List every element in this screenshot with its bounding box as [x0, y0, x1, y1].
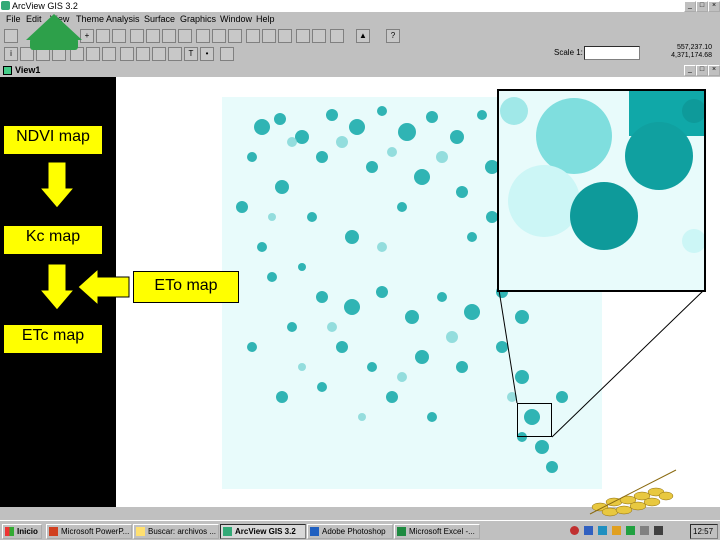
arrow-down-icon — [40, 162, 74, 209]
taskbar-item-arcview[interactable]: ArcView GIS 3.2 — [220, 524, 306, 539]
tray-icon[interactable] — [626, 526, 635, 535]
etc-map-box: ETc map — [3, 324, 103, 354]
tray-icon[interactable] — [598, 526, 607, 535]
task-label: Adobe Photoshop — [322, 527, 386, 536]
system-clock[interactable]: 12:57 — [690, 524, 718, 539]
start-label: Inicio — [17, 527, 38, 536]
zoom-source-rectangle — [517, 403, 552, 437]
photoshop-icon — [310, 527, 319, 536]
arrow-down-icon — [40, 264, 74, 311]
start-button[interactable]: Inicio — [2, 524, 42, 539]
search-icon — [136, 527, 145, 536]
arrow-left-icon — [78, 267, 130, 307]
taskbar-item-powerpoint[interactable]: Microsoft PowerP... — [46, 524, 132, 539]
powerpoint-icon — [49, 527, 58, 536]
clock-time: 12:57 — [693, 527, 714, 536]
kc-map-box: Kc map — [3, 225, 103, 255]
arcview-icon — [223, 527, 232, 536]
task-label: Microsoft PowerP... — [61, 527, 130, 536]
excel-icon — [397, 527, 406, 536]
tray-icon[interactable] — [584, 526, 593, 535]
tray-icon[interactable] — [612, 526, 621, 535]
windows-logo-icon — [5, 527, 14, 536]
tray-icon[interactable] — [640, 526, 649, 535]
taskbar-item-search[interactable]: Buscar: archivos ... — [133, 524, 219, 539]
taskbar-item-excel[interactable]: Microsoft Excel -... — [394, 524, 480, 539]
wheat-icon — [589, 469, 677, 517]
zoomed-crop-circles — [499, 91, 704, 290]
ndvi-map-box: NDVI map — [3, 125, 103, 155]
task-label: Microsoft Excel -... — [409, 527, 475, 536]
eto-map-box: ETo map — [133, 271, 239, 303]
volume-icon[interactable] — [654, 526, 663, 535]
zoom-inset — [497, 89, 706, 292]
taskbar: Inicio Microsoft PowerP... Buscar: archi… — [0, 520, 720, 540]
taskbar-item-photoshop[interactable]: Adobe Photoshop — [307, 524, 393, 539]
tray-icons — [568, 525, 686, 537]
tray-icon[interactable] — [570, 526, 579, 535]
task-label: ArcView GIS 3.2 — [235, 527, 296, 536]
task-label: Buscar: archivos ... — [148, 527, 217, 536]
